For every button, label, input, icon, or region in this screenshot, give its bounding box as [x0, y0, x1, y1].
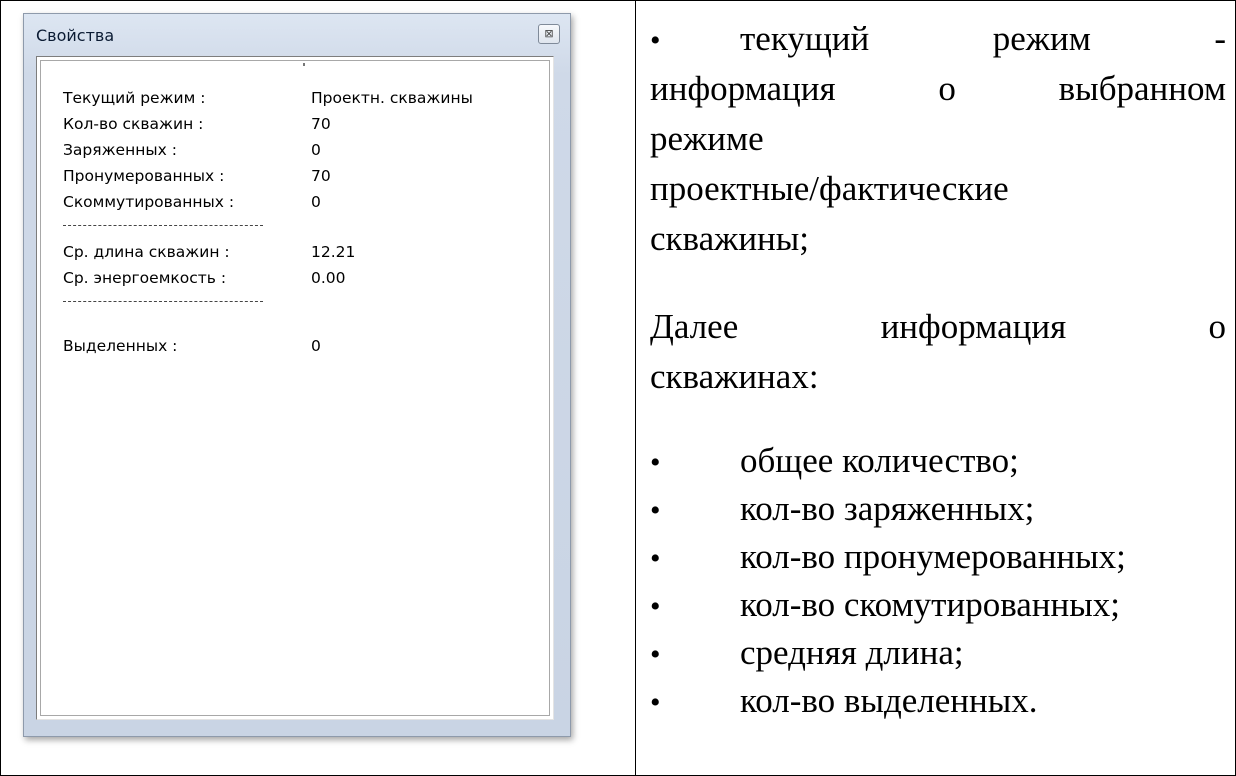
properties-title: Свойства: [36, 26, 115, 45]
property-separator: [63, 225, 263, 226]
bullet-mark: •: [650, 494, 661, 527]
bullet-mark: •: [650, 24, 661, 57]
paragraph-line-2: скважинах:: [650, 357, 819, 396]
word: информация: [880, 307, 1067, 346]
bullet-mark: •: [650, 686, 661, 719]
property-value: 12.21: [311, 243, 356, 261]
list-item: средняя длина;: [740, 633, 964, 672]
word: выбранном: [1058, 69, 1226, 108]
property-label: Пронумерованных :: [63, 167, 225, 185]
intro-line-4: проектные/фактические: [650, 169, 1009, 208]
property-value: 70: [311, 167, 331, 185]
property-value: 0: [311, 337, 321, 355]
property-label: Выделенных :: [63, 337, 178, 355]
properties-titlebar[interactable]: Свойства ⊠: [24, 14, 570, 56]
properties-panel: Текущий режим : Проектн. скважины Кол-во…: [36, 56, 554, 720]
intro-line-2: информация о выбранном: [650, 69, 1226, 109]
table-cell-description: • текущий режим - информация о выбранном…: [636, 1, 1235, 775]
bullet-mark: •: [650, 446, 661, 479]
property-label: Кол-во скважин :: [63, 115, 204, 133]
list-item: кол-во скомутированных;: [740, 585, 1120, 624]
list-item: общее количество;: [740, 441, 1019, 480]
word: -: [1214, 19, 1226, 58]
paragraph-line-1: Далее информация о: [650, 307, 1226, 347]
intro-line-3: режиме: [650, 119, 764, 158]
close-button[interactable]: ⊠: [538, 24, 560, 44]
word: информация: [650, 69, 836, 108]
bullet-mark: •: [650, 590, 661, 623]
intro-line-5: скважины;: [650, 219, 810, 258]
list-item: кол-во заряженных;: [740, 489, 1035, 528]
word: текущий: [740, 19, 870, 58]
word: режим: [992, 19, 1091, 58]
list-item: кол-во выделенных.: [740, 681, 1038, 720]
property-value: 0: [311, 141, 321, 159]
intro-line-1: текущий режим -: [740, 19, 1226, 59]
property-label: Заряженных :: [63, 141, 177, 159]
property-label: Ср. энергоемкость :: [63, 269, 227, 287]
word: о: [938, 69, 956, 108]
property-separator: [63, 301, 263, 302]
properties-window: Свойства ⊠ Текущий режим : Проектн. сква…: [23, 13, 571, 737]
property-value: 0.00: [311, 269, 346, 287]
property-value: 0: [311, 193, 321, 211]
word: Далее: [650, 307, 739, 346]
property-label: Текущий режим :: [63, 89, 206, 107]
list-item: кол-во пронумерованных;: [740, 537, 1126, 576]
close-icon: ⊠: [544, 27, 554, 40]
column-divider-handle[interactable]: [303, 63, 305, 66]
table-cell-screenshot: Свойства ⊠ Текущий режим : Проектн. сква…: [1, 1, 635, 775]
properties-list: Текущий режим : Проектн. скважины Кол-во…: [40, 60, 550, 716]
property-label: Ср. длина скважин :: [63, 243, 230, 261]
word: о: [1208, 307, 1226, 346]
document-table: Свойства ⊠ Текущий режим : Проектн. сква…: [0, 0, 1236, 776]
property-label: Скоммутированных :: [63, 193, 235, 211]
bullet-mark: •: [650, 542, 661, 575]
property-value: Проектн. скважины: [311, 89, 473, 107]
bullet-mark: •: [650, 638, 661, 671]
property-value: 70: [311, 115, 331, 133]
